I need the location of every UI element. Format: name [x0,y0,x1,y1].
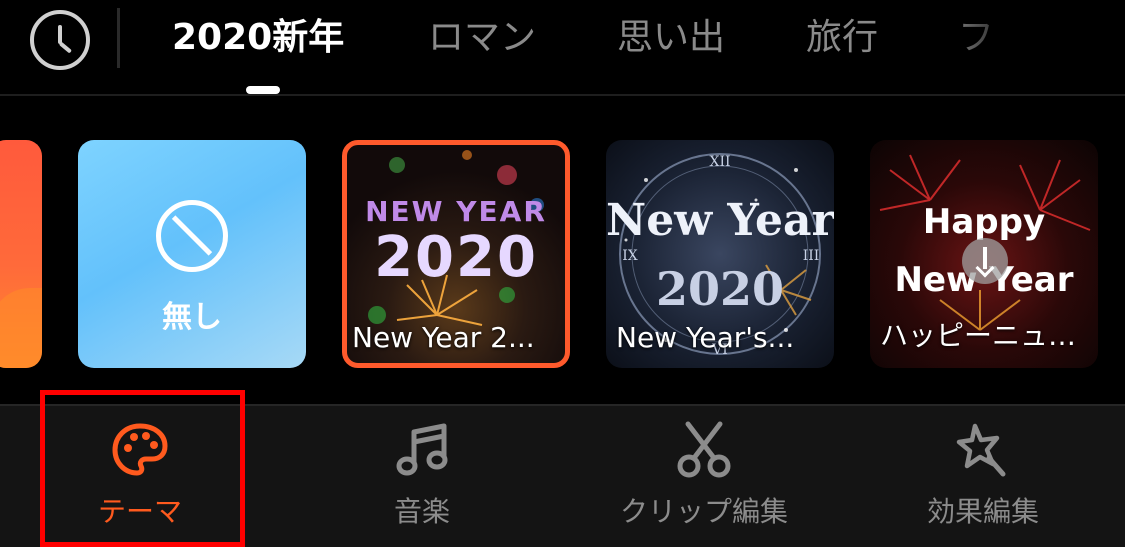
theme-card-new-years-clock[interactable]: XII III VI IX New Year 2020 New Year's... [606,140,834,368]
bottom-tab-music[interactable]: 音楽 [322,406,522,547]
bottom-tab-effects[interactable]: 効果編集 [883,406,1083,547]
tab-romance[interactable]: ロマン [428,14,536,62]
header-divider [0,94,1125,96]
bottom-tab-label: 効果編集 [926,495,1039,528]
prohibited-icon [156,200,228,272]
tab-divider [117,8,120,68]
theme-editor-screen: 2020新年 ロマン 思い出 旅行 フ 無し NEW YEAR 20 [0,0,1125,547]
artwork-title: New Year [606,195,834,246]
theme-card-new-year-2020[interactable]: NEW YEAR 2020 New Year 2... [342,140,570,368]
theme-card-happy-new-year[interactable]: Happy New Year ハッピーニュ… [870,140,1098,368]
bottom-tab-label: 音楽 [393,495,450,528]
history-clock-icon[interactable] [30,10,90,70]
highlight-annotation-box [40,390,245,547]
svg-text:XII: XII [709,154,730,170]
artwork-year: 2020 [374,225,538,290]
theme-card-label: New Year's... [616,321,795,354]
download-icon[interactable] [962,238,1008,284]
artwork-title: NEW YEAR [365,195,547,228]
artwork-year: 2020 [655,262,785,316]
theme-thumbnail-partial[interactable] [0,140,42,368]
tab-fade-overlay [945,0,1040,80]
tab-2020-new-year[interactable]: 2020新年 [172,14,344,62]
theme-card-label: New Year 2... [352,321,535,354]
active-tab-indicator [246,86,280,94]
theme-none-label: 無し [162,300,222,335]
music-note-icon [396,423,448,476]
bottom-tab-label: クリップ編集 [619,495,788,528]
artwork-title: Happy [922,202,1046,242]
theme-none-card[interactable]: 無し [78,140,306,368]
scissors-icon [677,421,731,478]
tab-travel[interactable]: 旅行 [806,14,878,62]
category-tab-bar: 2020新年 ロマン 思い出 旅行 フ [0,0,1125,96]
tab-memories[interactable]: 思い出 [617,14,725,62]
bottom-tab-clip-edit[interactable]: クリップ編集 [604,406,804,547]
magic-star-icon [956,423,1006,477]
theme-card-label: ハッピーニュ… [880,319,1077,352]
